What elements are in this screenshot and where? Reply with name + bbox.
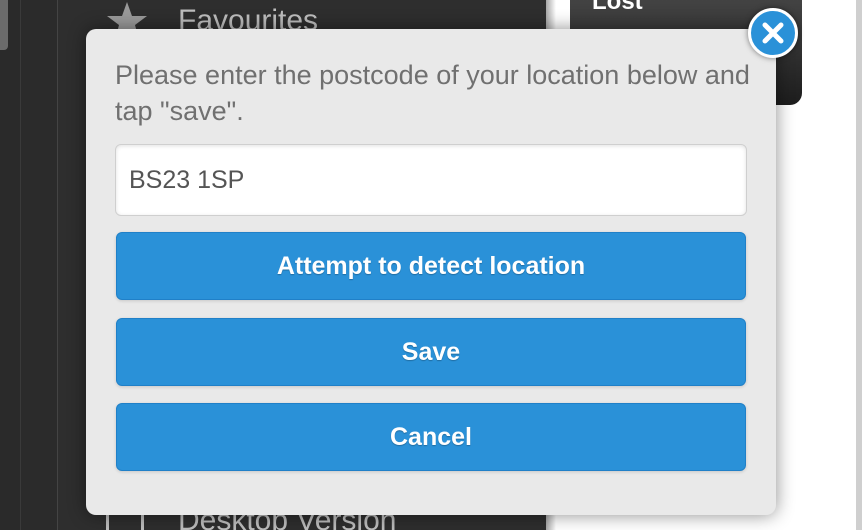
postcode-dialog: Please enter the postcode of your locati… bbox=[86, 29, 776, 515]
postcode-input[interactable] bbox=[115, 144, 747, 216]
device-frame-edge bbox=[0, 0, 8, 50]
save-button[interactable]: Save bbox=[116, 318, 746, 386]
detect-location-button[interactable]: Attempt to detect location bbox=[116, 232, 746, 300]
cancel-button[interactable]: Cancel bbox=[116, 403, 746, 471]
device-frame-edge-right bbox=[856, 0, 862, 530]
close-icon bbox=[762, 22, 784, 44]
dialog-message: Please enter the postcode of your locati… bbox=[115, 60, 750, 126]
lost-card-title: Lost bbox=[592, 0, 643, 15]
close-dialog-button[interactable] bbox=[748, 8, 798, 58]
